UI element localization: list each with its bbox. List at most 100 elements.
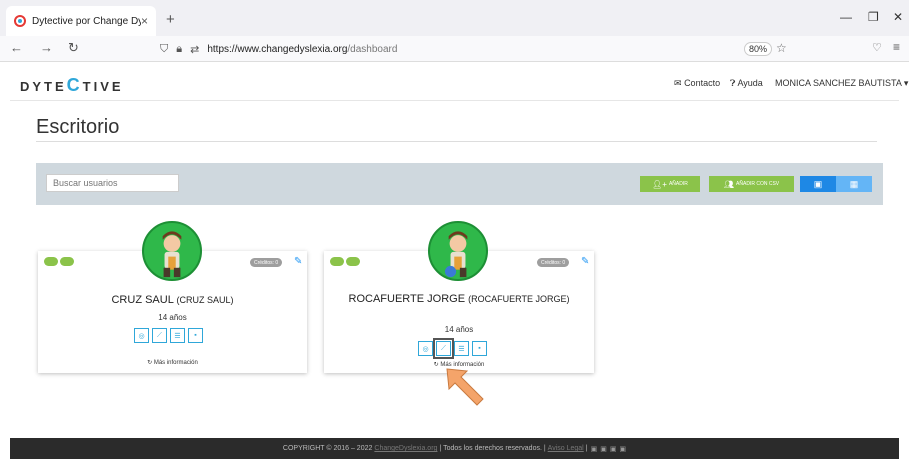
restore-icon[interactable]: ❐	[868, 10, 879, 24]
chart-button[interactable]: ⟋	[433, 338, 454, 359]
logo-text-end: TIVE	[82, 79, 124, 94]
close-window-icon[interactable]: ✕	[893, 10, 903, 24]
browser-tab[interactable]: Dytective por Change Dyslexia ×	[6, 6, 156, 36]
contact-link[interactable]: ✉ Contacto	[674, 78, 720, 89]
lock-icon: 🔒︎	[176, 42, 183, 55]
student-name-full: (ROCAFUERTE JORGE)	[468, 294, 570, 304]
browser-nav-bar: ← → ↻ ⛉ 🔒︎ ⇄ https://www.changedyslexia.…	[0, 36, 909, 62]
lock-icon: ▪	[478, 345, 481, 352]
bookmark-star-icon[interactable]: ☆	[776, 41, 787, 55]
dytective-logo[interactable]: DYTECTIVE	[20, 75, 124, 96]
student-name-main: ROCAFUERTE JORGE	[348, 293, 466, 305]
gamepad-pill-icon[interactable]	[330, 257, 344, 266]
id-card-icon: ▣	[813, 178, 823, 189]
lock-button[interactable]: ▪	[188, 328, 203, 343]
edit-icon[interactable]: ✎	[581, 256, 589, 267]
help-link[interactable]: ❓︎ Ayuda	[730, 78, 763, 89]
student-name: ROCAFUERTE JORGE (ROCAFUERTE JORGE)	[324, 292, 594, 307]
add-csv-button[interactable]: 👥︎ Añadir con CSV	[709, 176, 794, 192]
avatar	[142, 221, 202, 281]
site-link[interactable]: ChangeDyslexia.org	[374, 445, 437, 452]
edit-icon[interactable]: ✎	[294, 256, 302, 267]
shield-icon: ⛉	[160, 42, 169, 55]
student-age: 14 años	[444, 325, 474, 334]
student-name-main: CRUZ SAUL	[111, 294, 174, 306]
gamepad-icon: ◎	[422, 345, 429, 353]
users-toolbar: 👤︎+ Añadir 👥︎ Añadir con CSV ▣ ▦	[36, 163, 883, 205]
play-game-button[interactable]: ◎	[418, 341, 433, 356]
hamburger-menu-icon[interactable]: ≡	[893, 40, 900, 54]
url-bar[interactable]: ⛉ 🔒︎ ⇄ https://www.changedyslexia.org /d…	[160, 38, 800, 60]
add-user-icon: 👤︎+	[652, 179, 667, 189]
site-footer: COPYRIGHT © 2016 – 2022 ChangeDyslexia.o…	[10, 438, 899, 459]
copyright-text: COPYRIGHT © 2016 – 2022	[282, 445, 373, 452]
forward-icon[interactable]: →	[40, 40, 53, 55]
student-name-full: (CRUZ SAUL)	[176, 295, 234, 305]
refresh-icon: ↻	[147, 360, 153, 366]
line-chart-icon: ⟋	[441, 344, 446, 352]
gamepad-icon: ◎	[138, 332, 145, 340]
search-users-input[interactable]	[46, 174, 179, 192]
new-tab-button[interactable]: +	[166, 11, 175, 28]
list-button[interactable]: ☰	[454, 341, 469, 356]
title-divider	[36, 141, 877, 142]
credits-badge: Créditos: 0	[537, 258, 570, 267]
boy-avatar-icon	[162, 231, 182, 278]
youtube-icon[interactable]: ▣	[619, 445, 626, 453]
site-favicon-icon	[14, 15, 26, 27]
credits-badge: Créditos: 0	[250, 258, 283, 267]
facebook-icon[interactable]: ▣	[591, 445, 598, 453]
grid-view-button[interactable]: ▦	[836, 176, 872, 192]
legal-link[interactable]: Aviso Legal	[548, 445, 584, 452]
boy-avatar-icon	[444, 231, 468, 278]
question-icon: ❓︎	[730, 78, 736, 88]
more-info-link[interactable]: ↻ Más información	[38, 359, 307, 366]
envelope-icon: ✉	[674, 78, 682, 88]
footer-separator: |	[585, 445, 588, 452]
refresh-icon: ↻	[433, 362, 439, 368]
tab-close-icon[interactable]: ×	[141, 14, 148, 28]
list-icon: ☰	[458, 345, 465, 353]
pocket-icon[interactable]: ♡	[872, 41, 882, 54]
list-button[interactable]: ☰	[170, 328, 185, 343]
back-icon[interactable]: ←	[10, 40, 23, 55]
reload-icon[interactable]: ↻	[68, 40, 79, 56]
glasses-pill-icon[interactable]	[346, 257, 360, 266]
play-game-button[interactable]: ◎	[134, 328, 149, 343]
avatar	[428, 221, 488, 281]
gamepad-pill-icon[interactable]	[44, 257, 58, 266]
card-actions: ◎ ⟋ ☰ ▪	[134, 328, 203, 343]
url-path: /dashboard	[347, 43, 398, 55]
status-pills	[330, 257, 360, 266]
add-users-icon: 👥︎	[723, 179, 735, 189]
instagram-icon[interactable]: ▣	[610, 445, 617, 453]
user-menu[interactable]: MONICA SANCHEZ BAUTISTA ▾	[775, 78, 908, 89]
logo-text-c: C	[66, 75, 83, 95]
line-chart-icon: ⟋	[157, 331, 162, 339]
site-header: DYTECTIVE ✉ Contacto ❓︎ Ayuda MONICA SAN…	[10, 63, 908, 101]
linkedin-icon[interactable]: ▣	[600, 445, 607, 453]
card-view-button[interactable]: ▣	[800, 176, 836, 192]
permissions-icon: ⇄	[190, 43, 200, 56]
add-csv-label: Añadir con CSV	[736, 181, 780, 187]
status-pills	[44, 257, 74, 266]
lock-button[interactable]: ▪	[472, 341, 487, 356]
grid-icon: ▦	[849, 178, 859, 189]
student-age: 14 años	[158, 313, 187, 322]
student-name: CRUZ SAUL (CRUZ SAUL)	[38, 293, 307, 308]
glasses-pill-icon[interactable]	[60, 257, 74, 266]
rights-text: | Todos los derechos reservados. |	[439, 445, 546, 452]
contact-label: Contacto	[684, 78, 721, 88]
lock-icon: ▪	[194, 332, 197, 339]
minimize-icon[interactable]: —	[840, 10, 852, 24]
zoom-level[interactable]: 80%	[744, 42, 773, 56]
help-label: Ayuda	[737, 78, 763, 88]
list-icon: ☰	[174, 332, 181, 340]
add-user-button[interactable]: 👤︎+ Añadir	[640, 176, 700, 192]
logo-text-start: DYTE	[20, 79, 67, 94]
page-title: Escritorio	[36, 116, 120, 138]
chart-button[interactable]: ⟋	[152, 328, 167, 343]
browser-tab-bar: Dytective por Change Dyslexia × + — ❐ ✕	[0, 0, 909, 36]
more-info-label: Más información	[153, 360, 198, 366]
tab-title: Dytective por Change Dyslexia	[32, 15, 141, 27]
